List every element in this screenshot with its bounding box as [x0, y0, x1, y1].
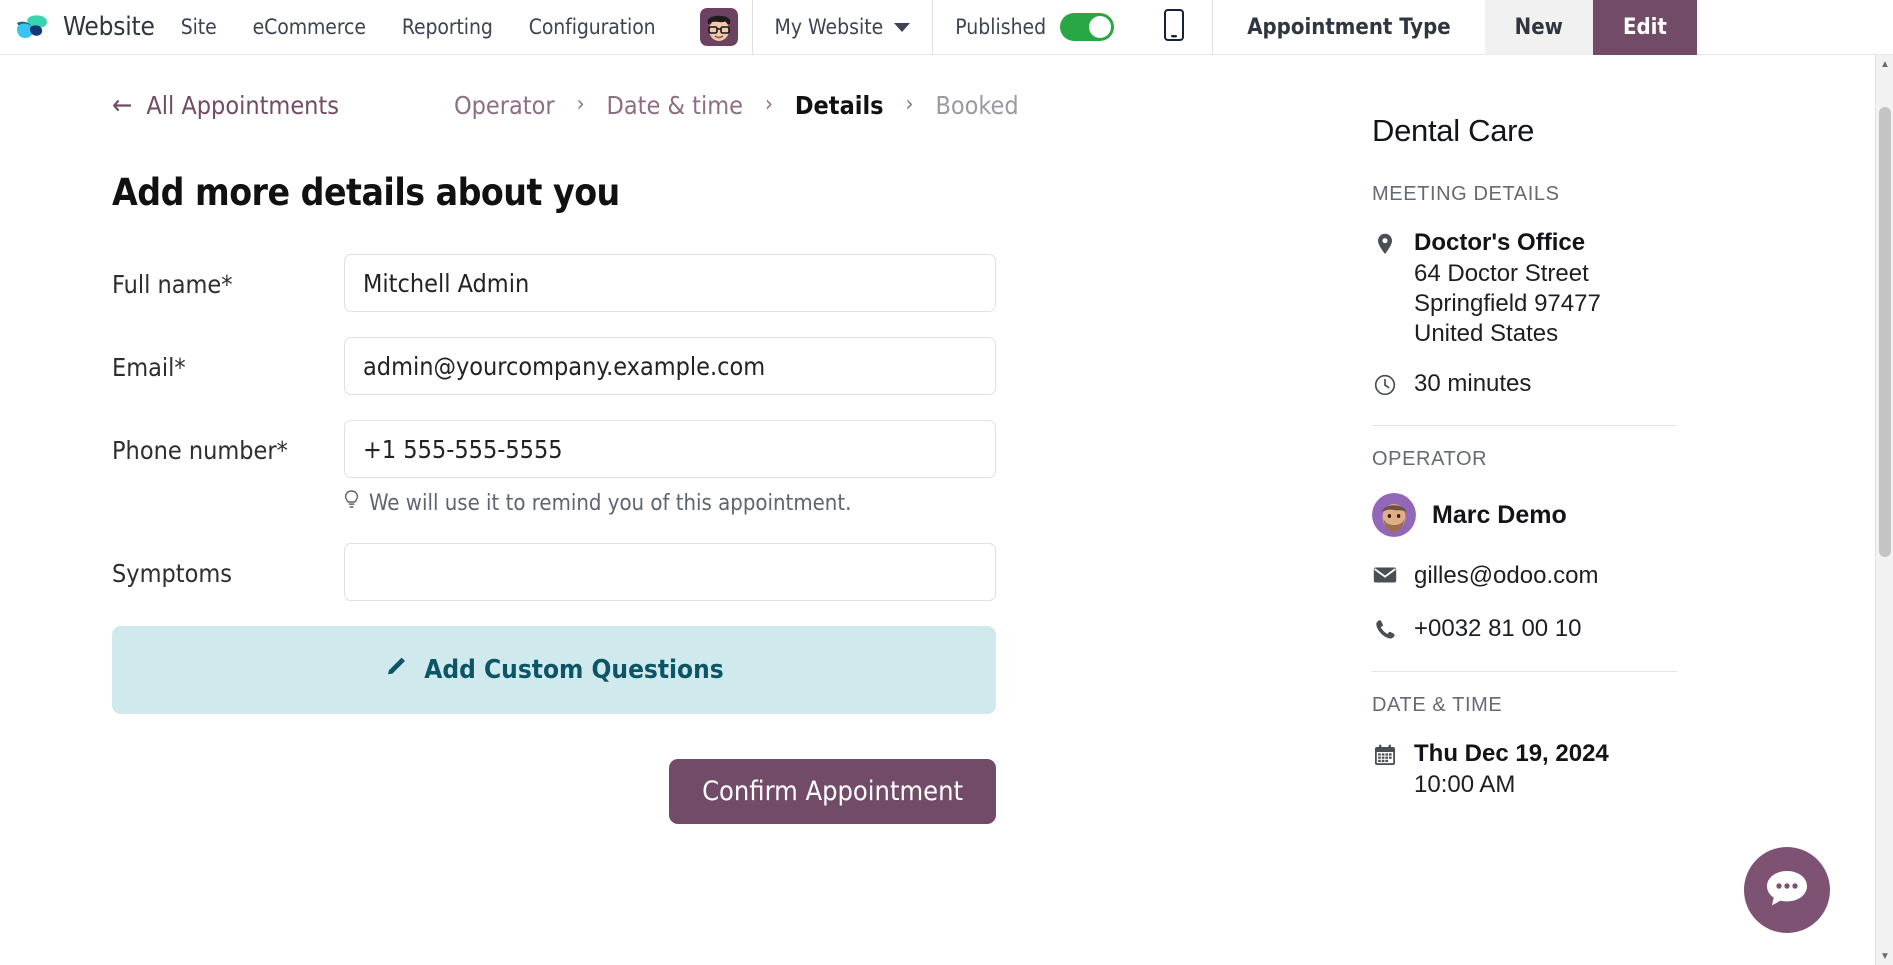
nav-item-reporting[interactable]: Reporting	[384, 0, 511, 54]
chat-bubble-icon	[1765, 868, 1809, 913]
page-title: Add more details about you	[112, 171, 620, 214]
email-input[interactable]	[344, 337, 996, 395]
pencil-icon	[384, 655, 408, 686]
record-title: Appointment Type	[1247, 14, 1451, 40]
calendar-icon	[1372, 739, 1398, 766]
email-label: Email*	[112, 353, 186, 382]
mobile-phone-icon	[1164, 9, 1185, 45]
step-booked: Booked	[935, 90, 1019, 120]
appointment-summary-sidebar: Dental Care MEETING DETAILS Doctor's Off…	[1372, 55, 1772, 816]
operator-avatar-icon	[1372, 493, 1416, 538]
brand-label: Website	[63, 12, 155, 42]
user-menu[interactable]	[674, 0, 752, 54]
breadcrumb: ← All Appointments Operator › Date & tim…	[112, 81, 1330, 129]
appointment-time: 10:00 AM	[1414, 770, 1516, 798]
chevron-right-icon-1: ›	[576, 92, 585, 117]
new-button[interactable]: New	[1484, 0, 1593, 55]
operator-name: Marc Demo	[1432, 500, 1567, 529]
location-item: Doctor's Office 64 Doctor Street Springf…	[1372, 228, 1772, 349]
date-time-item: Thu Dec 19, 2024 10:00 AM	[1372, 739, 1772, 800]
duration-item: 30 minutes	[1372, 369, 1772, 400]
address-line-2: Springfield 97477	[1414, 289, 1601, 317]
address-line-3: United States	[1414, 319, 1559, 347]
step-indicator: Operator › Date & time › Details › Booke…	[454, 91, 1019, 120]
address-line-1: 64 Doctor Street	[1414, 259, 1589, 287]
website-selector[interactable]: My Website	[753, 0, 933, 54]
symptoms-label: Symptoms	[112, 559, 232, 588]
chevron-down-icon	[894, 22, 911, 32]
appointment-type-title: Dental Care	[1372, 113, 1535, 148]
operator-heading: OPERATOR	[1372, 448, 1488, 471]
clock-icon	[1372, 369, 1398, 396]
published-toggle[interactable]	[1060, 13, 1115, 41]
duration-value: 30 minutes	[1414, 369, 1532, 397]
form-row-email: Email*	[112, 337, 1330, 395]
nav-item-ecommerce[interactable]: eCommerce	[235, 0, 384, 54]
mobile-preview-button[interactable]	[1136, 0, 1212, 54]
phone-icon	[1372, 614, 1398, 640]
website-selector-label: My Website	[774, 15, 884, 39]
full-name-label: Full name*	[112, 270, 233, 299]
form-row-phone: Phone number*	[112, 420, 1330, 478]
full-name-input[interactable]	[344, 254, 996, 312]
nav-item-site[interactable]: Site	[163, 0, 235, 54]
step-date-time[interactable]: Date & time	[607, 91, 743, 120]
scrollbar-thumb[interactable]	[1879, 107, 1891, 557]
envelope-icon	[1372, 561, 1398, 584]
details-form: Full name* Email* Phone number*	[112, 254, 1330, 824]
map-pin-icon	[1372, 228, 1398, 255]
page-scrollbar[interactable]: ▲ ▼	[1875, 55, 1893, 965]
step-operator[interactable]: Operator	[454, 91, 555, 120]
top-navbar: Website Site eCommerce Reporting Configu…	[0, 0, 1893, 55]
phone-label: Phone number*	[112, 436, 288, 465]
sidebar-divider-1	[1372, 425, 1677, 427]
date-time-heading: DATE & TIME	[1372, 693, 1503, 716]
location-name: Doctor's Office	[1414, 229, 1586, 256]
user-avatar-icon	[699, 8, 738, 46]
operator-email: gilles@odoo.com	[1414, 562, 1599, 590]
all-appointments-link[interactable]: ← All Appointments	[112, 91, 339, 120]
phone-input[interactable]	[344, 420, 996, 478]
operator-email-item: gilles@odoo.com	[1372, 561, 1772, 592]
odoo-logo-icon	[12, 7, 52, 47]
page-scroll-area: ← All Appointments Operator › Date & tim…	[0, 55, 1875, 965]
page-body: ← All Appointments Operator › Date & tim…	[0, 55, 1893, 965]
phone-hint-text: We will use it to remind you of this app…	[369, 490, 852, 516]
confirm-appointment-button[interactable]: Confirm Appointment	[669, 759, 996, 824]
phone-hint: We will use it to remind you of this app…	[344, 490, 1330, 516]
toggle-knob	[1089, 16, 1112, 38]
form-row-symptoms: Symptoms	[112, 543, 1330, 601]
brand-home-link[interactable]: Website	[0, 0, 163, 54]
symptoms-input[interactable]	[344, 543, 996, 601]
chevron-right-icon-3: ›	[905, 92, 914, 117]
livechat-button[interactable]	[1744, 847, 1830, 933]
publish-control[interactable]: Published	[933, 0, 1136, 54]
confirm-row: Confirm Appointment	[112, 759, 996, 824]
operator-phone: +0032 81 00 10	[1414, 615, 1582, 643]
chevron-right-icon-2: ›	[764, 92, 773, 117]
sidebar-divider-2	[1372, 670, 1677, 672]
scroll-down-icon[interactable]: ▼	[1876, 947, 1893, 965]
appointment-form-column: ← All Appointments Operator › Date & tim…	[0, 55, 1330, 824]
appointment-date: Thu Dec 19, 2024	[1414, 739, 1609, 767]
edit-button[interactable]: Edit	[1592, 0, 1697, 55]
arrow-left-icon: ←	[112, 89, 133, 121]
add-custom-questions-button[interactable]: Add Custom Questions	[112, 626, 996, 714]
scroll-up-icon[interactable]: ▲	[1876, 55, 1893, 73]
all-appointments-label: All Appointments	[146, 90, 339, 120]
form-row-full-name: Full name*	[112, 254, 1330, 312]
published-label: Published	[955, 15, 1047, 39]
nav-item-configuration[interactable]: Configuration	[511, 0, 674, 54]
operator-row: Marc Demo	[1372, 493, 1772, 538]
meeting-details-heading: MEETING DETAILS	[1372, 183, 1560, 205]
step-details: Details	[794, 90, 884, 120]
location-block: Doctor's Office 64 Doctor Street Springf…	[1414, 228, 1601, 349]
operator-phone-item: +0032 81 00 10	[1372, 614, 1772, 645]
date-time-block: Thu Dec 19, 2024 10:00 AM	[1414, 739, 1609, 800]
add-custom-questions-label: Add Custom Questions	[424, 655, 724, 685]
lightbulb-icon	[344, 490, 359, 516]
navbar-menu: Site eCommerce Reporting Configuration	[163, 0, 674, 54]
